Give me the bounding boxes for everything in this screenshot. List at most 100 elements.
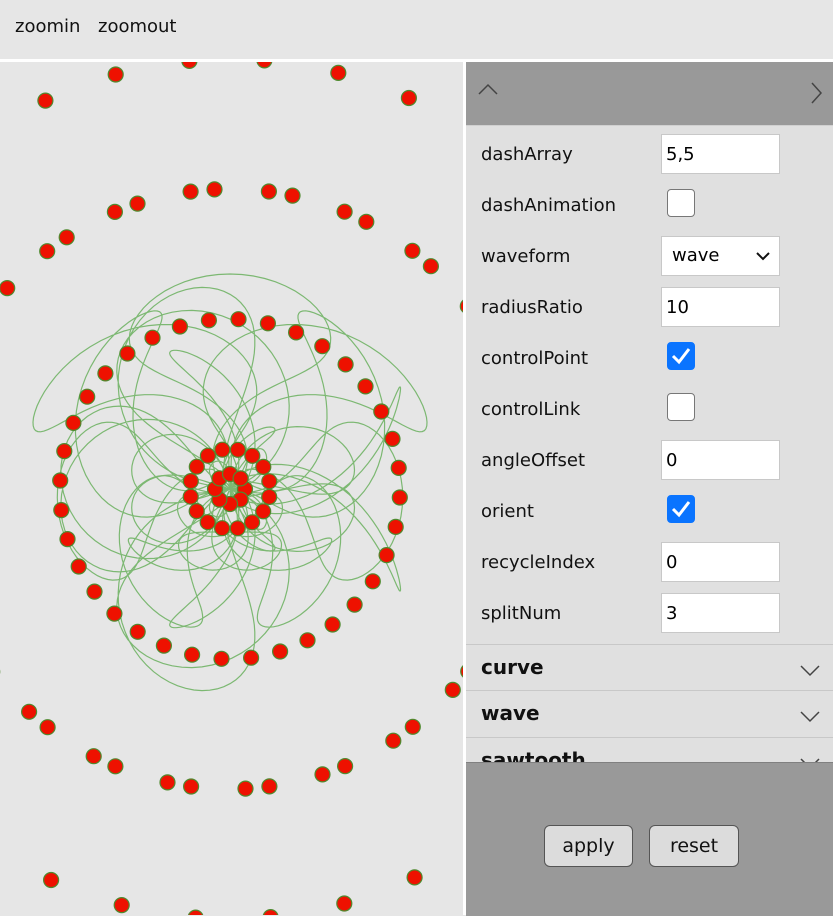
control-point[interactable] [378,547,395,564]
control-point[interactable] [387,518,404,535]
control-point[interactable] [129,195,146,212]
control-point[interactable] [70,558,87,575]
control-point[interactable] [358,213,375,230]
control-point[interactable] [59,531,76,548]
control-point[interactable] [232,470,249,487]
control-point[interactable] [183,778,200,795]
control-point[interactable] [272,643,289,660]
control-point[interactable] [261,473,278,490]
chevron-right-icon[interactable] [809,81,823,105]
control-point[interactable] [284,187,301,204]
control-point[interactable] [391,489,408,506]
control-point[interactable] [229,520,246,537]
control-point[interactable] [262,909,279,915]
control-point[interactable] [337,757,354,775]
control-point[interactable] [244,514,261,531]
radiusRatio-input[interactable] [661,287,780,327]
control-point[interactable] [260,183,277,200]
dashAnimation-checkbox[interactable] [667,189,695,217]
control-point[interactable] [237,780,254,797]
controlLink-checkbox[interactable] [667,393,695,421]
control-point[interactable] [0,280,16,297]
control-point[interactable] [213,650,230,667]
control-point[interactable] [336,203,353,220]
control-point[interactable] [144,329,161,346]
control-point[interactable] [113,896,130,914]
chevron-up-icon[interactable] [477,82,499,96]
control-point[interactable] [106,605,123,622]
control-point[interactable] [107,758,124,775]
control-point[interactable] [107,66,124,83]
control-point[interactable] [214,441,231,458]
control-point[interactable] [21,703,38,720]
control-point[interactable] [261,488,278,505]
control-point[interactable] [256,62,273,69]
control-point[interactable] [444,681,461,699]
control-point[interactable] [181,62,198,69]
control-point[interactable] [214,520,231,537]
control-point[interactable] [314,766,331,783]
control-point[interactable] [337,356,354,373]
control-point[interactable] [261,778,278,795]
control-point[interactable] [299,632,316,649]
control-point[interactable] [53,502,70,519]
splitNum-input[interactable] [661,593,780,633]
control-point[interactable] [206,181,223,198]
control-point[interactable] [39,719,56,736]
control-point[interactable] [404,718,421,735]
control-point[interactable] [188,458,205,475]
reset-button[interactable]: reset [649,825,739,867]
control-point[interactable] [129,623,146,640]
control-point[interactable] [346,596,363,613]
control-point[interactable] [422,258,439,275]
control-point[interactable] [406,869,423,886]
recycleIndex-input[interactable] [661,542,780,582]
control-point[interactable] [364,573,381,590]
control-point[interactable] [373,403,390,420]
apply-button[interactable]: apply [544,825,633,867]
control-point[interactable] [39,243,56,260]
control-point[interactable] [244,447,261,464]
control-point[interactable] [243,649,260,666]
zoomout-link[interactable]: zoomout [98,16,177,37]
control-point[interactable] [199,514,216,531]
control-point[interactable] [187,909,204,915]
control-point[interactable] [188,503,205,520]
control-point[interactable] [230,311,247,328]
control-point[interactable] [155,637,172,654]
control-point[interactable] [330,64,347,81]
control-point[interactable] [97,365,114,382]
control-point[interactable] [357,378,374,395]
control-point[interactable] [404,242,421,259]
drawing-canvas[interactable] [0,62,463,915]
control-point[interactable] [288,324,305,341]
control-point[interactable] [171,318,188,335]
control-point[interactable] [200,312,217,329]
control-point[interactable] [184,646,201,663]
control-point[interactable] [37,92,54,109]
waveform-select[interactable]: wave [661,236,780,276]
control-point[interactable] [106,203,124,220]
section-wave[interactable]: wave [466,690,833,736]
control-point[interactable] [58,229,75,246]
control-point[interactable] [182,473,199,490]
control-point[interactable] [229,441,246,458]
control-point[interactable] [255,458,272,475]
dashArray-input[interactable] [661,134,780,174]
control-point[interactable] [182,183,199,200]
control-point[interactable] [52,472,69,489]
control-point[interactable] [86,583,103,600]
control-point[interactable] [384,430,401,447]
controlPoint-checkbox[interactable] [667,342,695,370]
control-point[interactable] [199,447,216,464]
control-point[interactable] [400,89,417,107]
control-point[interactable] [336,895,353,912]
control-point[interactable] [65,414,82,431]
control-point[interactable] [182,488,199,505]
control-point[interactable] [119,345,136,362]
control-point[interactable] [255,503,272,520]
section-curve[interactable]: curve [466,644,833,690]
control-point[interactable] [42,871,60,889]
control-point[interactable] [324,616,341,633]
control-point[interactable] [390,459,407,476]
